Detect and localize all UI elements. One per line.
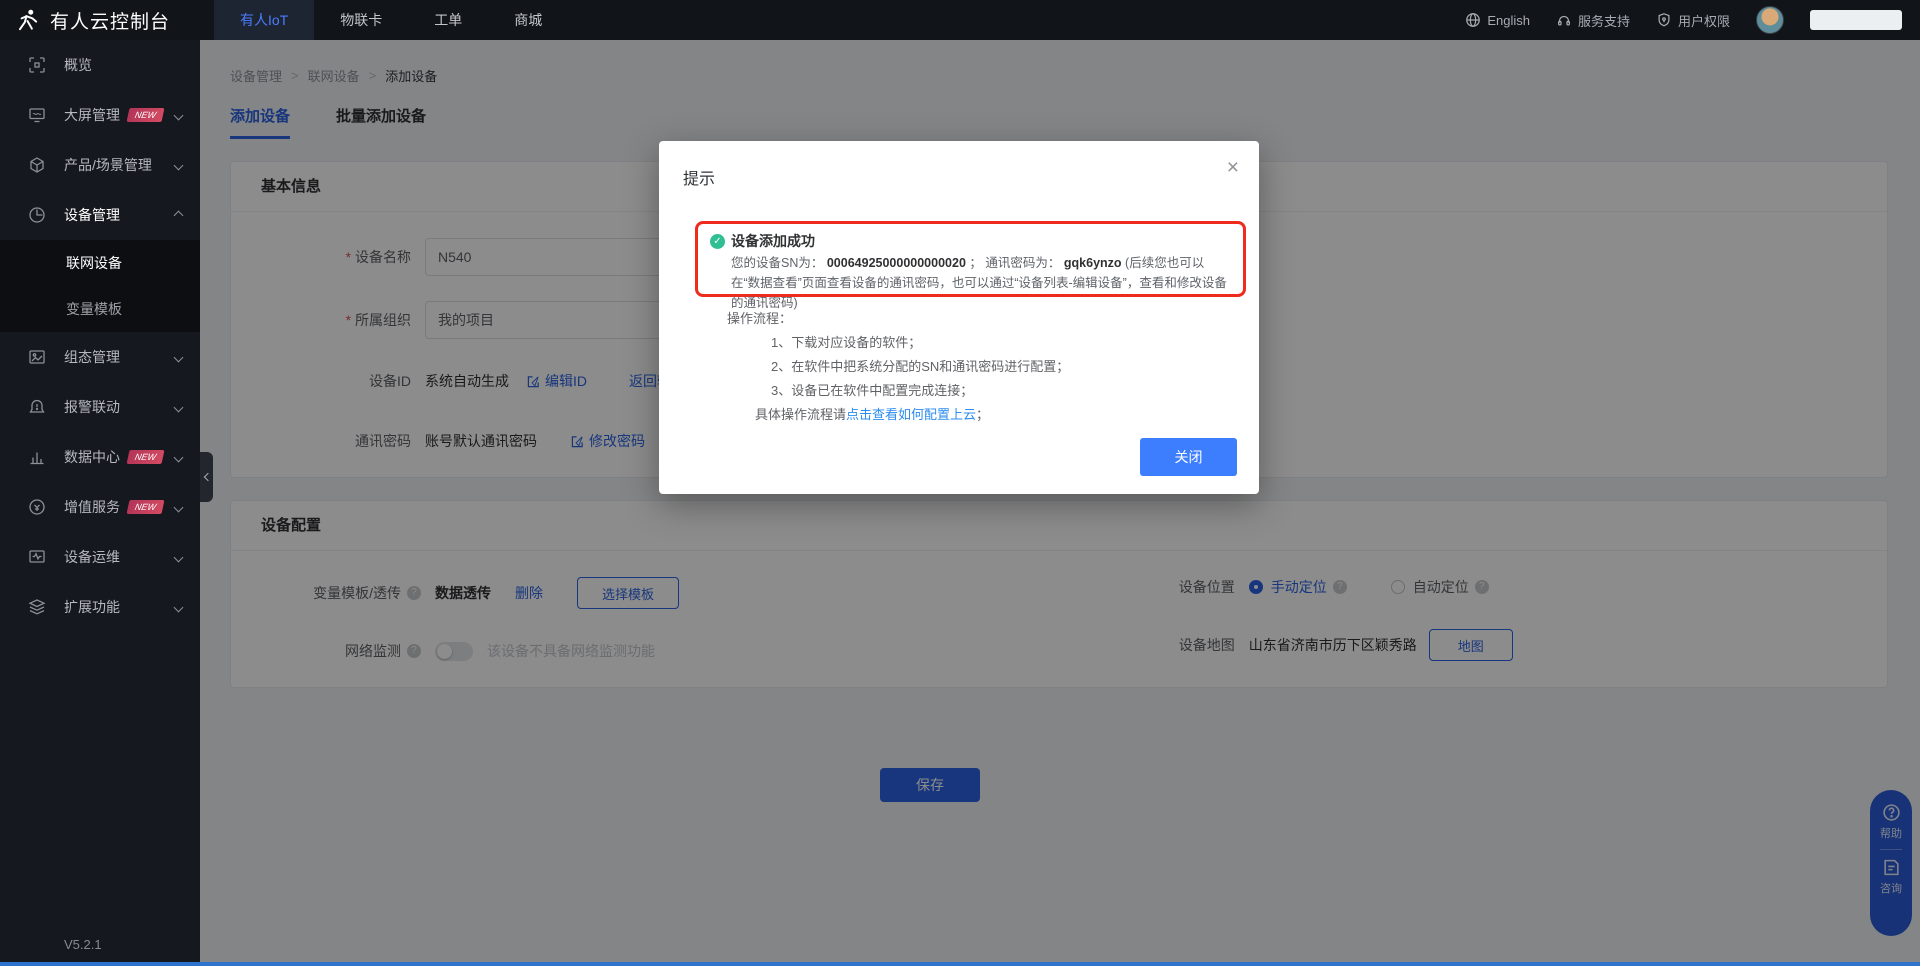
success-title: 设备添加成功 [731, 231, 815, 251]
avatar[interactable] [1756, 6, 1784, 34]
sidebar-subitem-label: 变量模板 [66, 301, 122, 317]
operation-steps: 操作流程： 1、下载对应设备的软件； 2、在软件中把系统分配的SN和通讯密码进行… [727, 307, 1069, 427]
usr-logo-icon [14, 7, 40, 33]
language-label: English [1487, 13, 1530, 28]
sidebar-item-label: 增值服务 [64, 497, 120, 517]
top-nav-usriot[interactable]: 有人IoT [214, 0, 314, 40]
top-nav: 有人IoT 物联卡 工单 商城 [214, 0, 568, 40]
version-label: V5.2.1 [64, 937, 102, 952]
globe-icon [1465, 12, 1481, 28]
sidebar-subitem-label: 联网设备 [66, 255, 122, 271]
sidebar-item-alarm-linkage[interactable]: 报警联动 [0, 382, 200, 432]
sidebar-subitem-variable-template[interactable]: 变量模板 [0, 286, 200, 332]
service-support[interactable]: 服务支持 [1556, 11, 1630, 30]
top-bar: 有人云控制台 有人IoT 物联卡 工单 商城 English 服务支持 用户权限 [0, 0, 1920, 40]
new-badge: NEW [127, 500, 165, 514]
sidebar-item-value-added[interactable]: 增值服务 NEW [0, 482, 200, 532]
chevron-down-icon [174, 552, 184, 562]
sidebar-item-label: 组态管理 [64, 347, 120, 367]
top-nav-mall[interactable]: 商城 [488, 0, 568, 40]
scada-icon [28, 348, 46, 366]
top-nav-iot-card[interactable]: 物联卡 [314, 0, 408, 40]
steps-title: 操作流程： [727, 307, 1069, 331]
annotation-red-box: ✓ 设备添加成功 您的设备SN为： 00064925000000000020 ；… [695, 221, 1246, 297]
top-right-menu: English 服务支持 用户权限 [1465, 6, 1920, 34]
app-title: 有人云控制台 [50, 7, 170, 34]
value-added-icon [28, 498, 46, 516]
sidebar-item-product-scene[interactable]: 产品/场景管理 [0, 140, 200, 190]
success-message: 您的设备SN为： 00064925000000000020 ； 通讯密码为： g… [710, 253, 1231, 313]
alarm-icon [28, 398, 46, 416]
new-badge: NEW [127, 108, 165, 122]
device-sn-value: 00064925000000000020 [827, 256, 966, 270]
bottom-scrollbar[interactable] [0, 962, 1920, 966]
chevron-down-icon [174, 502, 184, 512]
sidebar-item-data-center[interactable]: 数据中心 NEW [0, 432, 200, 482]
sidebar-item-label: 数据中心 [64, 447, 120, 467]
logo[interactable]: 有人云控制台 [0, 7, 200, 34]
chevron-down-icon [174, 402, 184, 412]
sidebar-collapse-handle[interactable] [200, 452, 213, 502]
sidebar-item-label: 设备运维 [64, 547, 120, 567]
sidebar-item-label: 大屏管理 [64, 105, 120, 125]
headset-icon [1556, 12, 1572, 28]
chevron-down-icon [174, 352, 184, 362]
how-to-configure-link[interactable]: 点击查看如何配置上云 [846, 407, 976, 422]
close-icon[interactable]: × [1227, 157, 1239, 178]
username-redacted[interactable] [1810, 10, 1902, 30]
sidebar-item-label: 报警联动 [64, 397, 120, 417]
comm-password-new-value: gqk6ynzo [1064, 256, 1122, 270]
top-nav-work-order[interactable]: 工单 [408, 0, 488, 40]
shield-icon [1656, 12, 1672, 28]
screen-icon [28, 106, 46, 124]
chevron-down-icon [174, 110, 184, 120]
user-permission[interactable]: 用户权限 [1656, 11, 1730, 30]
extensions-icon [28, 598, 46, 616]
device-ops-icon [28, 548, 46, 566]
sidebar-item-device-ops[interactable]: 设备运维 [0, 532, 200, 582]
overview-icon [28, 56, 46, 74]
collapse-arrow-icon [203, 473, 211, 481]
step-item: 3、设备已在软件中配置完成连接； [727, 379, 1069, 403]
step-item: 2、在软件中把系统分配的SN和通讯密码进行配置； [727, 355, 1069, 379]
sidebar-item-label: 概览 [64, 55, 92, 75]
language-switch[interactable]: English [1465, 12, 1530, 28]
sidebar-item-overview[interactable]: 概览 [0, 40, 200, 90]
chevron-up-icon [174, 210, 184, 220]
sidebar-item-label: 扩展功能 [64, 597, 120, 617]
sidebar-item-label: 产品/场景管理 [64, 155, 152, 175]
chevron-down-icon [174, 160, 184, 170]
success-check-icon: ✓ [710, 234, 725, 249]
product-icon [28, 156, 46, 174]
data-center-icon [28, 448, 46, 466]
sidebar-item-screen-mgmt[interactable]: 大屏管理 NEW [0, 90, 200, 140]
user-permission-label: 用户权限 [1678, 11, 1730, 30]
device-mgmt-icon [28, 206, 46, 224]
step-item: 1、下载对应设备的软件； [727, 331, 1069, 355]
sidebar-subitem-network-device[interactable]: 联网设备 [0, 240, 200, 286]
chevron-down-icon [174, 452, 184, 462]
chevron-down-icon [174, 602, 184, 612]
sidebar: 概览 大屏管理 NEW 产品/场景管理 设备管理 联网设备 变量模板 组态管理 [0, 40, 200, 966]
dialog-title: 提示 [683, 165, 715, 189]
sidebar-item-extensions[interactable]: 扩展功能 [0, 582, 200, 632]
dialog-close-button[interactable]: 关闭 [1140, 438, 1237, 476]
new-badge: NEW [127, 450, 165, 464]
steps-footer: 具体操作流程请点击查看如何配置上云； [727, 403, 1069, 427]
prompt-dialog: 提示 × ✓ 设备添加成功 您的设备SN为： 00064925000000000… [659, 141, 1259, 494]
sidebar-item-label: 设备管理 [64, 205, 120, 225]
sidebar-item-device-mgmt[interactable]: 设备管理 [0, 190, 200, 240]
service-support-label: 服务支持 [1578, 11, 1630, 30]
sidebar-item-scada-mgmt[interactable]: 组态管理 [0, 332, 200, 382]
